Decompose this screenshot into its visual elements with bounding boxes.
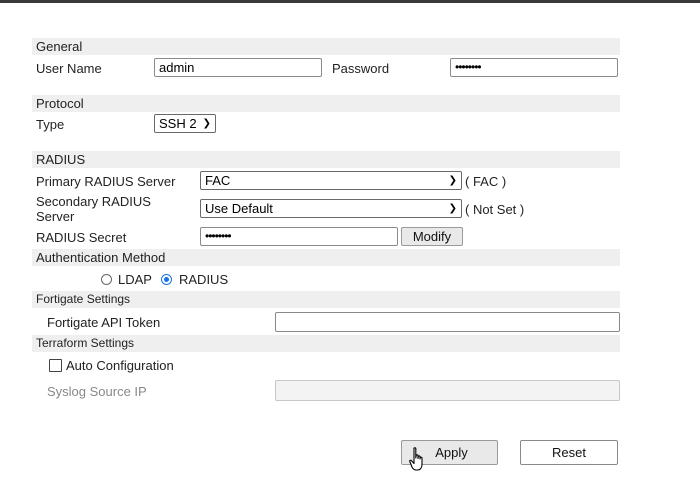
type-label: Type: [36, 117, 65, 132]
radius-radio-label: RADIUS: [179, 272, 229, 287]
type-select[interactable]: SSH 2 ❯: [154, 114, 216, 133]
password-field[interactable]: ••••••••: [450, 58, 618, 77]
section-header-fortigate: Fortigate Settings: [32, 291, 620, 308]
ldap-radio[interactable]: [101, 274, 112, 285]
section-header-radius: RADIUS: [32, 151, 620, 168]
section-header-protocol: Protocol: [32, 95, 620, 112]
chevron-down-icon: ❯: [448, 203, 457, 214]
modify-button[interactable]: Modify: [401, 227, 463, 246]
chevron-down-icon: ❯: [448, 175, 457, 186]
reset-button[interactable]: Reset: [520, 440, 618, 465]
primary-radius-select[interactable]: FAC ❯: [200, 171, 462, 190]
primary-radius-value: FAC: [205, 173, 231, 188]
radius-secret-field[interactable]: ••••••••: [200, 227, 398, 246]
password-label: Password: [332, 61, 390, 76]
username-field[interactable]: admin: [154, 58, 322, 77]
auto-configuration-label: Auto Configuration: [66, 358, 174, 373]
type-select-value: SSH 2: [159, 116, 197, 131]
fortigate-token-field[interactable]: [275, 312, 620, 332]
secondary-radius-value: Use Default: [205, 201, 273, 216]
secondary-radius-note: ( Not Set ): [465, 202, 525, 217]
hand-pointer-icon: [409, 447, 423, 471]
syslog-source-ip-field[interactable]: [275, 380, 620, 401]
chevron-down-icon: ❯: [202, 118, 211, 129]
radius-radio[interactable]: [161, 274, 172, 285]
section-header-terraform: Terraform Settings: [32, 335, 620, 352]
auto-configuration-checkbox[interactable]: [49, 359, 62, 372]
fortigate-token-label: Fortigate API Token: [47, 315, 161, 330]
apply-button-label: Apply: [435, 445, 468, 460]
ldap-label: LDAP: [118, 272, 152, 287]
primary-radius-note: ( FAC ): [465, 174, 507, 189]
secondary-radius-select[interactable]: Use Default ❯: [200, 199, 462, 218]
section-header-general: General: [32, 38, 620, 55]
primary-radius-label: Primary RADIUS Server: [36, 174, 176, 189]
secondary-radius-label: Secondary RADIUS Server: [36, 194, 151, 224]
window-top-border: [0, 0, 700, 3]
syslog-source-ip-label: Syslog Source IP: [47, 384, 147, 399]
radius-secret-label: RADIUS Secret: [36, 230, 127, 245]
username-label: User Name: [36, 61, 102, 76]
section-header-auth: Authentication Method: [32, 249, 620, 266]
